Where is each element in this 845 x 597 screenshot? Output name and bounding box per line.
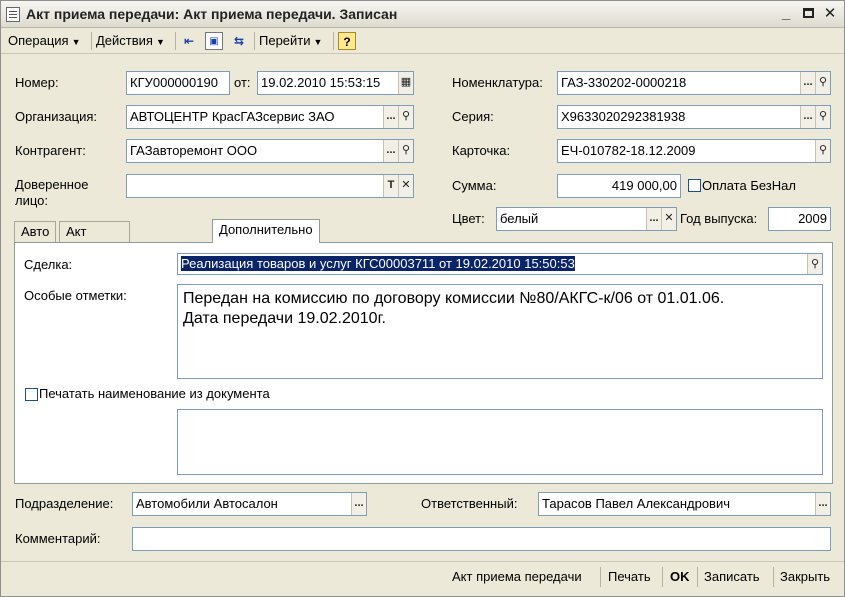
cashless-checkbox[interactable] bbox=[688, 179, 701, 192]
search-icon[interactable]: ⚲ bbox=[815, 72, 830, 94]
print-name-checkbox[interactable] bbox=[25, 388, 38, 401]
close-icon[interactable]: ✕ bbox=[821, 5, 839, 23]
select-button[interactable]: ... bbox=[800, 72, 815, 94]
save-button[interactable]: Записать bbox=[704, 568, 760, 586]
document-structure-icon[interactable]: ▣ bbox=[205, 32, 223, 50]
contractor-label: Контрагент: bbox=[15, 143, 86, 158]
notes-textarea[interactable]: Передан на комиссию по договору комиссии… bbox=[177, 284, 823, 379]
select-button[interactable]: ... bbox=[383, 106, 398, 128]
select-button[interactable]: ... bbox=[815, 493, 830, 515]
card-label: Карточка: bbox=[452, 143, 511, 158]
command-bar: Акт приема передачи Печать OK Записать З… bbox=[1, 561, 844, 591]
contractor-field[interactable]: ГАЗавторемонт ООО ... ⚲ bbox=[126, 139, 414, 163]
search-icon[interactable]: ⚲ bbox=[398, 106, 413, 128]
window-title: Акт приема передачи: Акт приема передачи… bbox=[26, 6, 398, 22]
notes-label: Особые отметки: bbox=[24, 288, 127, 303]
sum-label: Сумма: bbox=[452, 178, 497, 193]
chevron-down-icon: ▼ bbox=[155, 37, 165, 47]
number-label: Номер: bbox=[15, 75, 59, 90]
deal-value: Реализация товаров и услуг КГС00003711 о… bbox=[181, 256, 575, 271]
color-label: Цвет: bbox=[452, 211, 485, 226]
department-label: Подразделение: bbox=[15, 496, 114, 511]
tab-additional[interactable]: Дополнительно bbox=[212, 219, 320, 243]
goto-menu[interactable]: Перейти ▼ bbox=[259, 32, 322, 50]
cashless-label: Оплата БезНал bbox=[702, 178, 796, 193]
movements-icon[interactable]: ⇆ bbox=[230, 32, 248, 50]
select-button[interactable]: ... bbox=[383, 140, 398, 162]
close-button[interactable]: Закрыть bbox=[780, 568, 830, 586]
search-icon[interactable]: ⚲ bbox=[815, 140, 830, 162]
text-type-icon[interactable]: T bbox=[383, 175, 398, 197]
nomenclature-label: Номенклатура: bbox=[452, 75, 543, 90]
document-window: Акт приема передачи: Акт приема передачи… bbox=[0, 0, 845, 597]
nomenclature-field[interactable]: ГАЗ-330202-0000218 ... ⚲ bbox=[557, 71, 831, 95]
maximize-icon[interactable] bbox=[799, 5, 817, 23]
comment-field[interactable] bbox=[132, 527, 831, 551]
organization-label: Организация: bbox=[15, 109, 98, 124]
deal-field[interactable]: Реализация товаров и услуг КГС00003711 о… bbox=[177, 253, 823, 275]
print-name-textarea[interactable] bbox=[177, 409, 823, 475]
organization-field[interactable]: АВТОЦЕНТР КрасГАЗсервис ЗАО ... ⚲ bbox=[126, 105, 414, 129]
search-icon[interactable]: ⚲ bbox=[398, 140, 413, 162]
actions-menu[interactable]: Действия ▼ bbox=[96, 32, 165, 50]
series-label: Серия: bbox=[452, 109, 494, 124]
chevron-down-icon: ▼ bbox=[313, 37, 323, 47]
card-field[interactable]: ЕЧ-010782-18.12.2009 ⚲ bbox=[557, 139, 831, 163]
ok-button[interactable]: OK bbox=[670, 568, 690, 586]
help-icon[interactable]: ? bbox=[338, 32, 356, 50]
minimize-icon[interactable]: _ bbox=[777, 5, 795, 23]
tab-act[interactable]: Акт приема передачи bbox=[59, 221, 130, 279]
select-button[interactable]: ... bbox=[800, 106, 815, 128]
department-field[interactable]: Автомобили Автосалон ... bbox=[132, 492, 367, 516]
clear-icon[interactable]: ✕ bbox=[398, 175, 413, 197]
title-bar: Акт приема передачи: Акт приема передачи… bbox=[1, 1, 844, 28]
responsible-field[interactable]: Тарасов Павел Александрович ... bbox=[538, 492, 831, 516]
search-icon[interactable]: ⚲ bbox=[815, 106, 830, 128]
tab-auto[interactable]: Авто bbox=[14, 221, 57, 242]
comment-label: Комментарий: bbox=[15, 531, 101, 546]
trustee-label-line2: лицо: bbox=[15, 193, 48, 208]
trustee-field[interactable]: T ✕ bbox=[126, 174, 414, 198]
select-button[interactable]: ... bbox=[351, 493, 366, 515]
act-print-button[interactable]: Акт приема передачи bbox=[452, 568, 582, 586]
calendar-icon[interactable]: ▦ bbox=[398, 72, 413, 94]
sum-field[interactable]: 419 000,00 bbox=[557, 174, 681, 198]
print-name-label: Печатать наименование из документа bbox=[39, 386, 270, 401]
chevron-down-icon: ▼ bbox=[71, 37, 81, 47]
clear-icon[interactable]: ✕ bbox=[661, 208, 676, 230]
tab-panel-additional: Сделка: Реализация товаров и услуг КГС00… bbox=[14, 242, 833, 484]
date-field[interactable]: 19.02.2010 15:53:15 ▦ bbox=[257, 71, 414, 95]
date-label: от: bbox=[234, 75, 251, 90]
select-button[interactable]: ... bbox=[646, 208, 661, 230]
document-icon bbox=[6, 7, 20, 22]
series-field[interactable]: X9633020292381938 ... ⚲ bbox=[557, 105, 831, 129]
responsible-label: Ответственный: bbox=[421, 496, 518, 511]
toolbar: Операция ▼ Действия ▼ ⇤ ▣ ⇆ Перейти ▼ ? bbox=[1, 28, 844, 54]
number-field[interactable]: КГУ000000190 bbox=[126, 71, 230, 95]
operation-menu[interactable]: Операция ▼ bbox=[8, 32, 81, 50]
color-field[interactable]: белый ... ✕ bbox=[496, 207, 677, 231]
deal-label: Сделка: bbox=[24, 257, 73, 272]
enter-based-icon[interactable]: ⇤ bbox=[180, 32, 198, 50]
year-label: Год выпуска: bbox=[680, 211, 758, 226]
search-icon[interactable]: ⚲ bbox=[807, 254, 822, 274]
year-field[interactable]: 2009 bbox=[768, 207, 831, 231]
print-button[interactable]: Печать bbox=[608, 568, 651, 586]
